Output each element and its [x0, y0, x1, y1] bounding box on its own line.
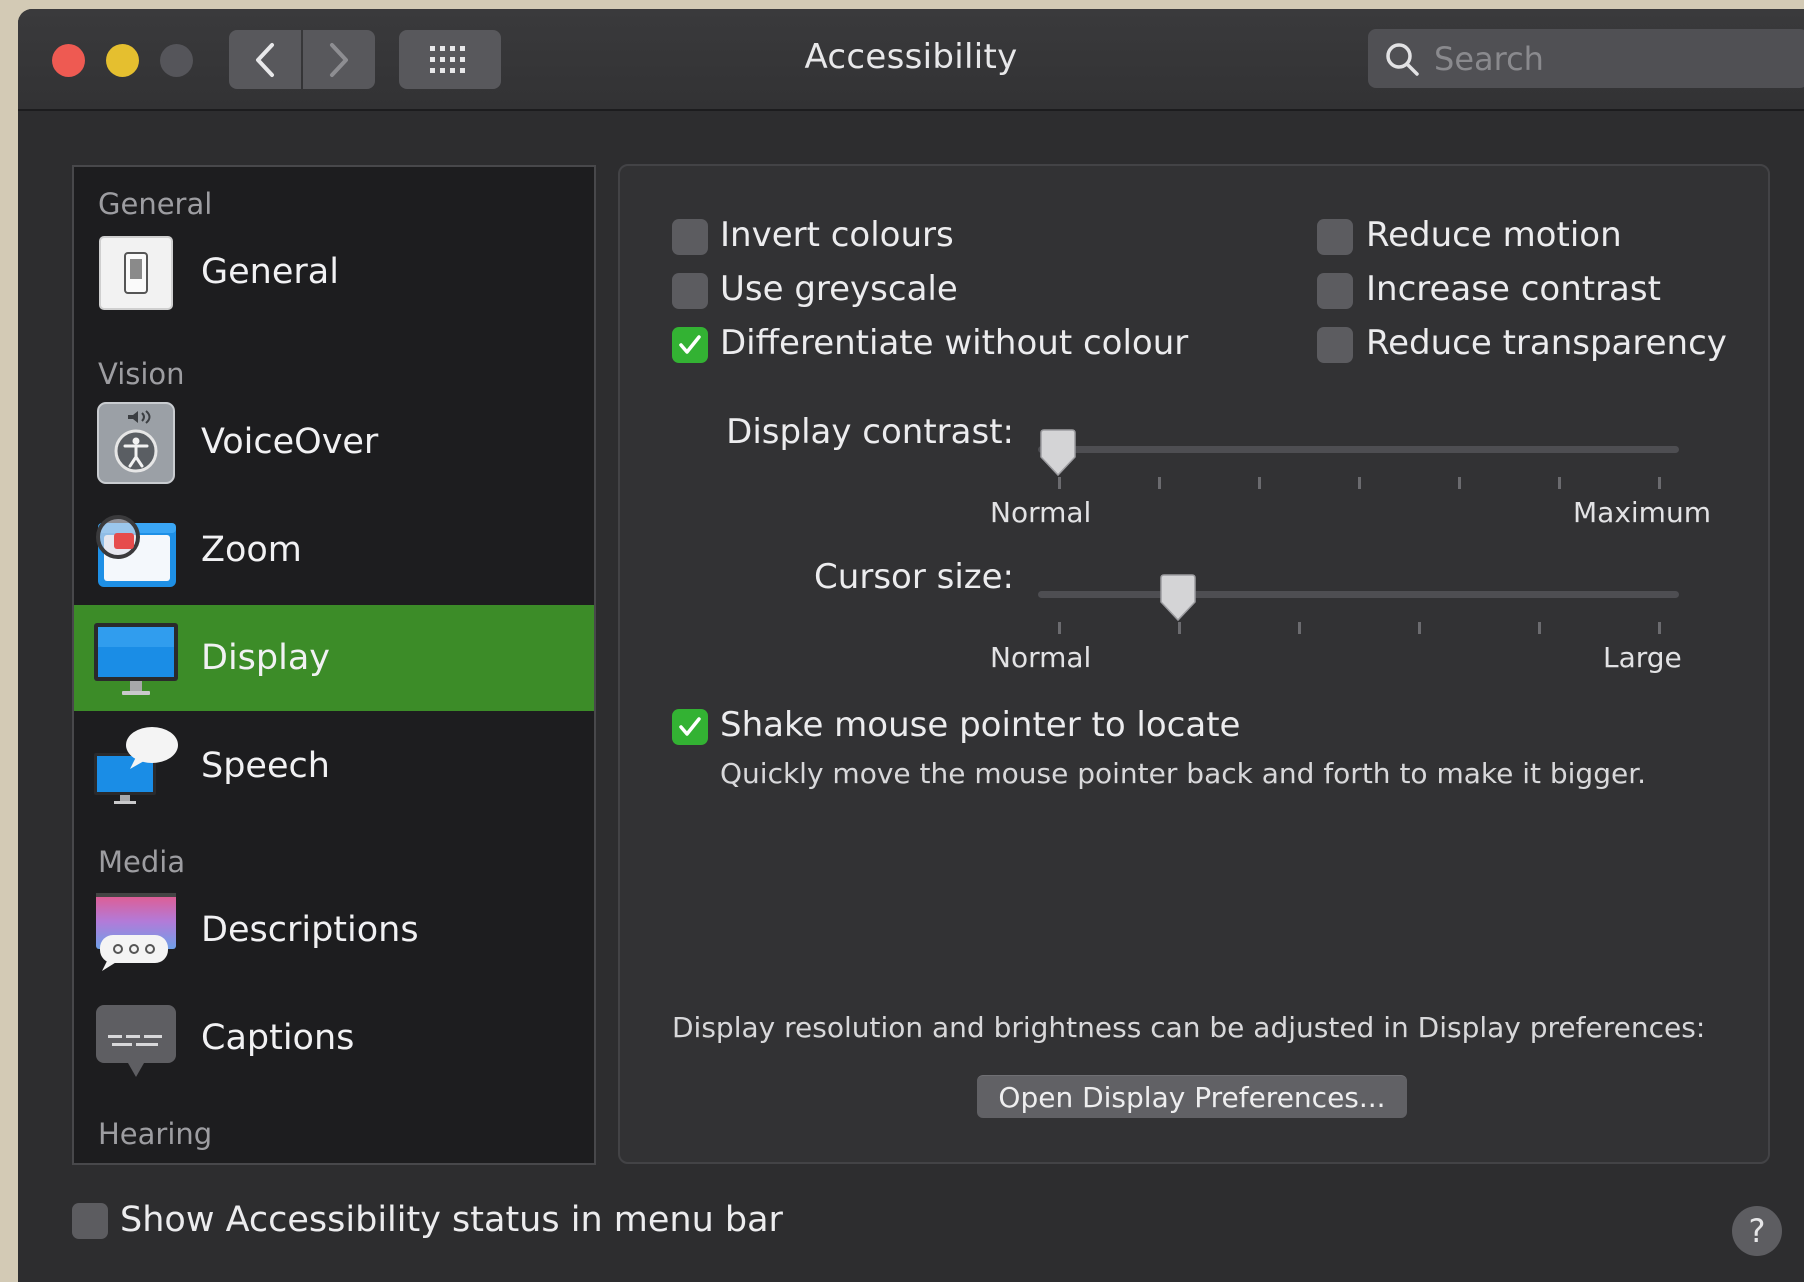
- cursor-size-label: Cursor size:: [814, 557, 1014, 597]
- slider-tick: [1418, 622, 1421, 634]
- show-status-in-menu-bar-label: Show Accessibility status in menu bar: [120, 1200, 783, 1240]
- shake-mouse-pointer-label: Shake mouse pointer to locate: [720, 705, 1241, 745]
- sidebar-section-vision: Vision: [98, 357, 185, 391]
- sidebar-item-label: General: [201, 252, 339, 292]
- sidebar-item-label: Descriptions: [201, 910, 419, 950]
- zoom-icon: [96, 515, 176, 587]
- slider-track[interactable]: [1038, 446, 1679, 453]
- open-display-preferences-button[interactable]: Open Display Preferences...: [977, 1075, 1407, 1118]
- speech-icon: [94, 727, 178, 804]
- reduce-motion-label: Reduce motion: [1366, 215, 1622, 255]
- slider-tick: [1058, 622, 1061, 634]
- voiceover-icon: [97, 402, 175, 484]
- sidebar-item-display[interactable]: Display: [74, 605, 594, 711]
- sidebar: General General Vision VoiceOver Zoom Di…: [72, 165, 596, 1165]
- sidebar-item-zoom[interactable]: Zoom: [74, 497, 594, 603]
- contrast-min-label: Normal: [990, 496, 1092, 529]
- title-bar: Accessibility: [18, 9, 1804, 111]
- invert-colours-label: Invert colours: [720, 215, 954, 255]
- reduce-transparency-checkbox[interactable]: [1317, 327, 1353, 363]
- help-button[interactable]: ?: [1732, 1206, 1782, 1256]
- sidebar-item-label: Zoom: [201, 530, 302, 570]
- sidebar-item-label: VoiceOver: [201, 422, 379, 462]
- sidebar-item-label: Captions: [201, 1018, 355, 1058]
- reduce-motion-checkbox[interactable]: [1317, 219, 1353, 255]
- switch-icon: [99, 236, 173, 310]
- use-greyscale-checkbox[interactable]: [672, 273, 708, 309]
- slider-tick: [1538, 622, 1541, 634]
- search-icon: [1386, 42, 1419, 76]
- descriptions-icon: [96, 893, 176, 971]
- captions-icon: [96, 1005, 176, 1077]
- slider-thumb[interactable]: [1157, 574, 1199, 624]
- sidebar-item-label: Display: [201, 638, 331, 678]
- display-settings-panel: Invert colours Use greyscale Differentia…: [618, 164, 1770, 1164]
- sidebar-section-general: General: [98, 187, 213, 221]
- contrast-max-label: Maximum: [1573, 496, 1711, 529]
- increase-contrast-label: Increase contrast: [1366, 269, 1661, 309]
- sidebar-item-label: Speech: [201, 746, 330, 786]
- slider-tick: [1658, 477, 1661, 489]
- show-status-in-menu-bar-checkbox[interactable]: [72, 1203, 108, 1239]
- display-resolution-note: Display resolution and brightness can be…: [672, 1011, 1706, 1044]
- preferences-window: Accessibility General General Vision: [18, 9, 1804, 1282]
- increase-contrast-checkbox[interactable]: [1317, 273, 1353, 309]
- slider-tick: [1358, 477, 1361, 489]
- slider-tick: [1298, 622, 1301, 634]
- use-greyscale-label: Use greyscale: [720, 269, 958, 309]
- checkmark-icon: [679, 335, 701, 354]
- slider-thumb[interactable]: [1037, 429, 1079, 479]
- display-contrast-label: Display contrast:: [726, 412, 1014, 452]
- slider-tick: [1658, 622, 1661, 634]
- slider-tick: [1558, 477, 1561, 489]
- search-input[interactable]: [1432, 38, 1796, 79]
- slider-tick: [1158, 477, 1161, 489]
- shake-mouse-pointer-description: Quickly move the mouse pointer back and …: [720, 757, 1647, 790]
- differentiate-without-colour-label: Differentiate without colour: [720, 323, 1189, 363]
- cursor-max-label: Large: [1603, 641, 1682, 674]
- invert-colours-checkbox[interactable]: [672, 219, 708, 255]
- differentiate-without-colour-checkbox[interactable]: [672, 327, 708, 363]
- sidebar-section-media: Media: [98, 845, 186, 879]
- search-field[interactable]: [1368, 29, 1804, 88]
- sidebar-item-speech[interactable]: Speech: [74, 713, 594, 819]
- shake-mouse-pointer-checkbox[interactable]: [672, 709, 708, 745]
- sidebar-item-voiceover[interactable]: VoiceOver: [74, 389, 594, 495]
- slider-tick: [1458, 477, 1461, 489]
- reduce-transparency-label: Reduce transparency: [1366, 323, 1727, 363]
- slider-tick: [1258, 477, 1261, 489]
- checkmark-icon: [679, 717, 701, 736]
- sidebar-section-hearing: Hearing: [98, 1117, 213, 1151]
- display-icon: [94, 623, 178, 695]
- slider-track[interactable]: [1038, 591, 1679, 598]
- sidebar-item-general[interactable]: General: [74, 219, 594, 325]
- cursor-min-label: Normal: [990, 641, 1092, 674]
- sidebar-item-captions[interactable]: Captions: [74, 985, 594, 1091]
- sidebar-item-descriptions[interactable]: Descriptions: [74, 877, 594, 983]
